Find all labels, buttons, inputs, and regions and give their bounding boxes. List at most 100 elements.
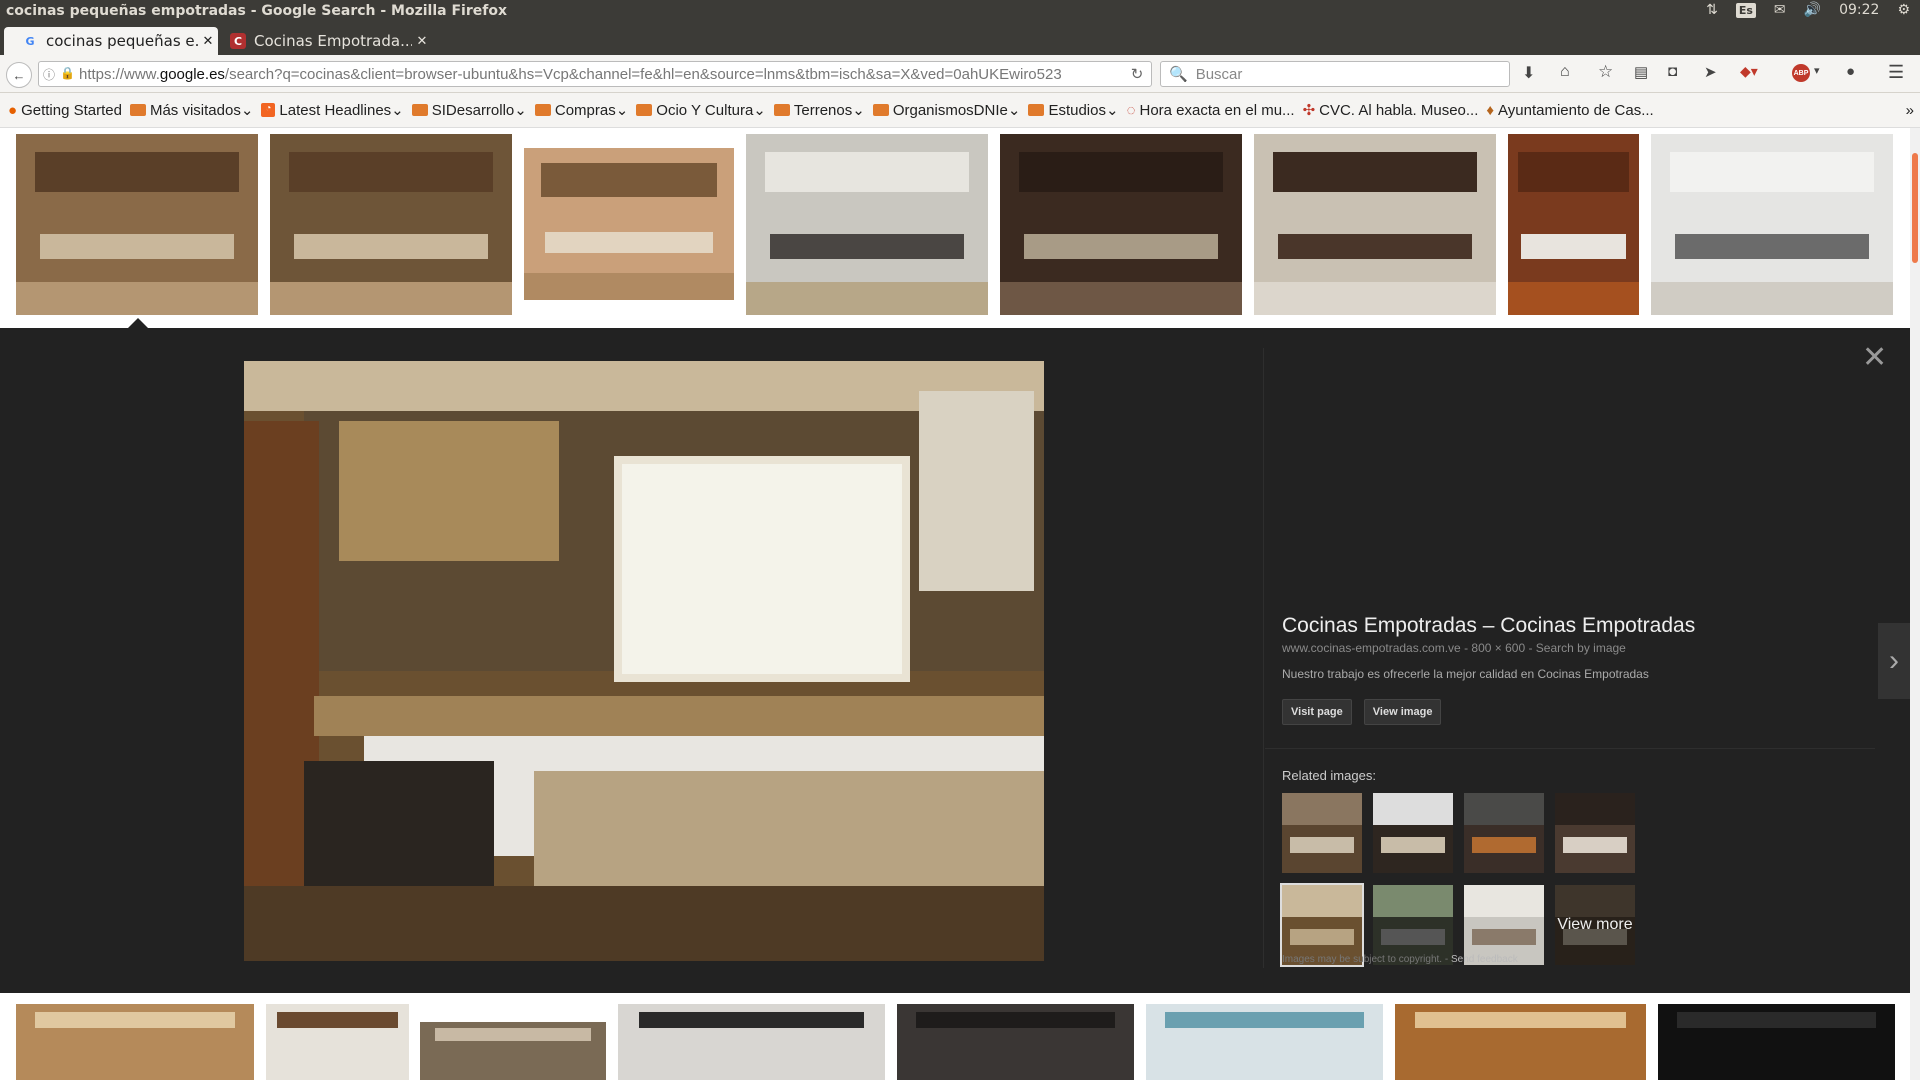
- site-identity-icons[interactable]: ⓘ 🔒: [39, 66, 79, 83]
- image-thumbnail[interactable]: [270, 134, 512, 315]
- next-image-chevron-icon[interactable]: ›: [1878, 623, 1910, 699]
- bookmark-mas-visitados[interactable]: Más visitados ⌄: [129, 101, 253, 119]
- rss-icon: ◔: [261, 103, 276, 117]
- view-image-button[interactable]: View image: [1363, 699, 1442, 725]
- image-preview-panel: ✕ Cocinas Empotradas – Cocinas Empotrada…: [0, 328, 1910, 993]
- tab-google-search[interactable]: G cocinas pequeñas e... ✕: [4, 27, 218, 55]
- related-image-thumbnail-selected[interactable]: [1280, 883, 1364, 967]
- source-domain[interactable]: www.cocinas-empotradas.com.ve: [1282, 641, 1461, 655]
- bookmark-sidesarrollo[interactable]: SIDesarrollo ⌄: [411, 101, 527, 119]
- visit-page-button[interactable]: Visit page: [1282, 699, 1352, 725]
- info-separator: [1265, 748, 1875, 749]
- reading-list-icon[interactable]: ▤: [1634, 63, 1648, 81]
- scrollbar-thumb[interactable]: [1912, 153, 1918, 263]
- search-box[interactable]: 🔍 Buscar: [1160, 61, 1510, 87]
- adblock-dropdown-icon[interactable]: ▾: [1814, 64, 1820, 77]
- related-image-thumbnail[interactable]: [1555, 793, 1635, 873]
- downloads-icon[interactable]: ⬇: [1522, 63, 1535, 83]
- chevron-down-icon: ⌄: [1105, 102, 1119, 119]
- image-thumbnail[interactable]: [524, 148, 734, 300]
- google-favicon-icon: G: [25, 34, 35, 48]
- folder-icon: [129, 104, 146, 116]
- tab-close-icon[interactable]: ✕: [198, 34, 218, 49]
- main-preview-image[interactable]: [244, 361, 1044, 961]
- tab-cocinas-empotradas[interactable]: C Cocinas Empotrada... ✕: [224, 27, 432, 55]
- bookmark-star-icon[interactable]: ☆: [1598, 62, 1613, 82]
- home-icon[interactable]: ⌂: [1560, 63, 1570, 81]
- related-image-thumbnail[interactable]: [1464, 885, 1544, 965]
- chevron-down-icon: ⌄: [514, 102, 527, 119]
- image-results-page: ✕ Cocinas Empotradas – Cocinas Empotrada…: [0, 128, 1910, 1080]
- chat-icon[interactable]: ●: [1846, 63, 1855, 80]
- url-bar[interactable]: ⓘ 🔒 https://www.google.es/search?q=cocina…: [38, 61, 1152, 87]
- chevron-down-icon: ⌄: [852, 102, 865, 119]
- image-title[interactable]: Cocinas Empotradas – Cocinas Empotradas: [1282, 614, 1695, 638]
- keyboard-language[interactable]: Es: [1735, 2, 1756, 18]
- image-thumbnail[interactable]: [618, 1004, 885, 1080]
- image-thumbnail[interactable]: [16, 134, 258, 315]
- clock[interactable]: 09:22: [1839, 2, 1879, 18]
- image-thumbnail[interactable]: [1395, 1004, 1646, 1080]
- tab-label: Cocinas Empotrada...: [254, 32, 412, 50]
- image-meta: www.cocinas-empotradas.com.ve - 800 × 60…: [1282, 641, 1626, 655]
- bookmarks-overflow-icon[interactable]: »: [1906, 102, 1914, 119]
- menu-hamburger-icon[interactable]: ☰: [1888, 62, 1904, 83]
- view-more-button[interactable]: View more: [1555, 885, 1635, 965]
- folder-icon: [534, 104, 551, 116]
- search-by-image-link[interactable]: Search by image: [1536, 641, 1626, 655]
- image-thumbnail[interactable]: [746, 134, 988, 315]
- image-dimensions: 800 × 600: [1471, 641, 1526, 655]
- adblock-icon[interactable]: ABP: [1792, 64, 1810, 82]
- page-scrollbar[interactable]: [1910, 128, 1920, 1080]
- bookmark-estudios[interactable]: Estudios ⌄: [1028, 101, 1119, 119]
- bookmark-organismosdnie[interactable]: OrganismosDNIe ⌄: [872, 101, 1020, 119]
- chevron-down-icon: ⌄: [753, 102, 766, 119]
- bookmark-cvc[interactable]: ✣ CVC. Al habla. Museo...: [1303, 101, 1479, 120]
- related-images: Related images: View more: [1280, 768, 1635, 967]
- image-thumbnail[interactable]: [1508, 134, 1639, 315]
- related-image-thumbnail[interactable]: [1373, 885, 1453, 965]
- mail-icon[interactable]: ✉: [1774, 2, 1786, 18]
- pocket-icon[interactable]: ◘: [1668, 63, 1677, 80]
- related-image-thumbnail[interactable]: [1282, 793, 1362, 873]
- settings-gear-icon[interactable]: ⚙: [1897, 2, 1910, 18]
- bookmark-terrenos[interactable]: Terrenos ⌄: [773, 101, 865, 119]
- image-thumbnail[interactable]: [420, 1022, 606, 1080]
- image-thumbnail[interactable]: [16, 1004, 254, 1080]
- preview-footer: Images may be subject to copyright. - Se…: [1282, 954, 1518, 965]
- bookmark-compras[interactable]: Compras ⌄: [534, 101, 629, 119]
- send-feedback-link[interactable]: Send feedback: [1451, 954, 1518, 965]
- search-icon: 🔍: [1169, 66, 1188, 83]
- extension-icon[interactable]: ◆▾: [1740, 63, 1758, 80]
- close-preview-icon[interactable]: ✕: [1862, 343, 1887, 373]
- selection-pointer: [128, 318, 148, 328]
- image-thumbnail[interactable]: [897, 1004, 1134, 1080]
- back-button[interactable]: ←: [6, 62, 32, 88]
- network-icon[interactable]: ⇅: [1706, 2, 1718, 18]
- bookmark-getting-started[interactable]: ● Getting Started: [8, 102, 122, 119]
- volume-icon[interactable]: 🔊: [1804, 2, 1821, 18]
- window-title: cocinas pequeñas empotradas - Google Sea…: [6, 3, 507, 19]
- bookmark-ayuntamiento[interactable]: ♦ Ayuntamiento de Cas...: [1486, 102, 1653, 119]
- image-thumbnail[interactable]: [1000, 134, 1242, 315]
- related-image-thumbnail[interactable]: [1464, 793, 1544, 873]
- image-thumbnail[interactable]: [1658, 1004, 1895, 1080]
- bookmark-ocio-y-cultura[interactable]: Ocio Y Cultura ⌄: [636, 101, 766, 119]
- send-icon[interactable]: ➤: [1704, 63, 1717, 81]
- copyright-notice: Images may be subject to copyright.: [1282, 954, 1443, 965]
- site-favicon-icon: C: [230, 33, 246, 49]
- folder-icon: [1028, 104, 1045, 116]
- lock-warning-icon: 🔒: [60, 65, 75, 80]
- bookmark-latest-headlines[interactable]: ◔ Latest Headlines ⌄: [261, 101, 404, 119]
- image-thumbnail[interactable]: [1146, 1004, 1383, 1080]
- firefox-icon: ●: [8, 101, 18, 119]
- image-thumbnail[interactable]: [1254, 134, 1496, 315]
- related-image-thumbnail[interactable]: [1373, 793, 1453, 873]
- image-thumbnail[interactable]: [1651, 134, 1893, 315]
- chevron-down-icon: ⌄: [615, 102, 629, 119]
- folder-icon: [773, 104, 790, 116]
- image-thumbnail[interactable]: [266, 1004, 409, 1080]
- tab-close-icon[interactable]: ✕: [412, 34, 432, 49]
- bookmark-hora-exacta[interactable]: ◌ Hora exacta en el mu...: [1127, 102, 1295, 119]
- reload-icon[interactable]: ↻: [1123, 65, 1151, 83]
